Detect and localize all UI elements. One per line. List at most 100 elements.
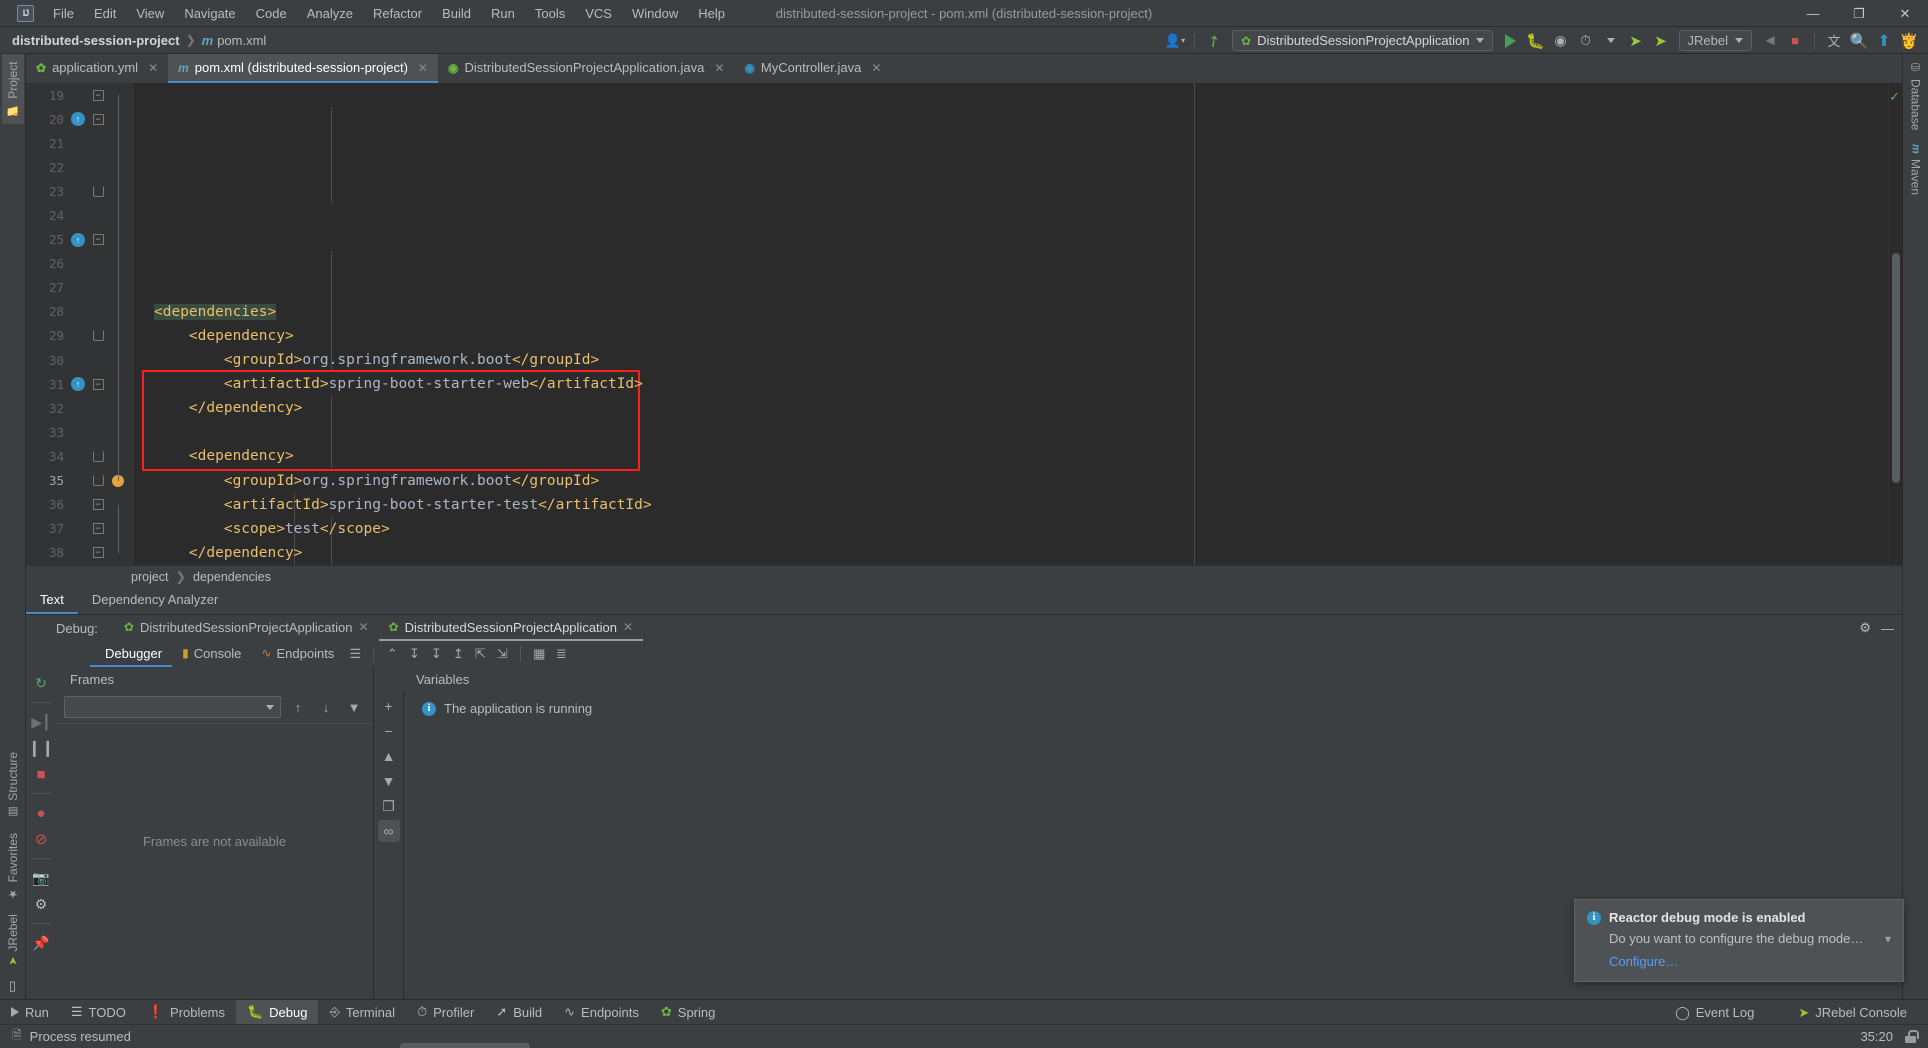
menu-window[interactable]: Window	[622, 3, 688, 24]
menu-help[interactable]: Help	[688, 3, 735, 24]
menu-analyze[interactable]: Analyze	[297, 3, 363, 24]
close-button[interactable]: ✕	[1882, 0, 1928, 27]
tab-mycontroller[interactable]: ◉ MyController.java ✕	[734, 54, 891, 83]
menu-navigate[interactable]: Navigate	[174, 3, 245, 24]
show-execution-point-icon[interactable]: ⌃	[381, 643, 403, 665]
code-line[interactable]: <artifactId>spring-boot-starter-test</ar…	[154, 493, 1888, 517]
run-icon[interactable]	[1500, 30, 1522, 52]
editor-scrollbar-thumb[interactable]	[1892, 253, 1900, 483]
maximize-button[interactable]: ❐	[1836, 0, 1882, 27]
close-icon[interactable]: ✕	[358, 620, 368, 634]
code-line[interactable]: <dependency>	[154, 324, 1888, 348]
step-into-icon[interactable]: ↧	[425, 643, 447, 665]
tab-dependency-analyzer[interactable]: Dependency Analyzer	[78, 587, 232, 614]
debug-icon[interactable]: 🐛	[1525, 30, 1547, 52]
filter-icon[interactable]: ▼	[343, 696, 365, 718]
bottom-item-todo[interactable]: ☰ TODO	[60, 1000, 137, 1024]
code-folding-marker[interactable]	[88, 450, 108, 462]
code-folding-marker[interactable]	[88, 475, 108, 487]
bottom-item-problems[interactable]: ❗ Problems	[137, 1000, 236, 1024]
mute-breakpoints-icon[interactable]: ⊘	[29, 827, 53, 851]
bottom-item-profiler[interactable]: ⏱ Profiler	[406, 1000, 485, 1024]
menu-code[interactable]: Code	[246, 3, 297, 24]
settings-layout-icon[interactable]: ≣	[550, 643, 572, 665]
pin-icon[interactable]: 📌	[29, 931, 53, 955]
step-out-icon[interactable]: ⇱	[469, 643, 491, 665]
breadcrumb-file[interactable]: pom.xml	[217, 33, 266, 48]
code-folding-marker[interactable]: −	[88, 523, 108, 535]
debug-session-tab-1[interactable]: ✿ DistributedSessionProjectApplication ✕	[114, 615, 379, 641]
menu-view[interactable]: View	[126, 3, 174, 24]
bottom-item-spring[interactable]: ✿ Spring	[650, 1000, 726, 1024]
jrebel-debug-icon[interactable]: ➤	[1650, 30, 1672, 52]
remove-icon[interactable]: −	[378, 720, 400, 742]
close-icon[interactable]: ✕	[623, 620, 633, 634]
breadcrumb-project-node[interactable]: project	[131, 570, 169, 584]
bottom-item-endpoints[interactable]: ∿ Endpoints	[553, 1000, 650, 1024]
code-line[interactable]: </dependency>	[154, 396, 1888, 420]
jrebel-run-icon[interactable]: ➤	[1625, 30, 1647, 52]
run-to-cursor-icon[interactable]: ⇲	[491, 643, 513, 665]
code-line[interactable]: <artifactId>spring-boot-starter-web</art…	[154, 372, 1888, 396]
inspection-ok-icon[interactable]: ✓	[1889, 89, 1900, 105]
tab-debugger[interactable]: Debugger	[90, 641, 173, 667]
code-folding-marker[interactable]	[88, 185, 108, 197]
code-folding-marker[interactable]: −	[88, 378, 108, 390]
run-with-coverage-icon[interactable]: ◉	[1550, 30, 1572, 52]
unlocked-icon[interactable]	[1905, 1030, 1919, 1043]
watches-icon[interactable]: ∞	[377, 820, 400, 842]
close-icon[interactable]: ✕	[148, 61, 158, 75]
rerun-icon[interactable]: ↻	[29, 671, 53, 695]
search-everywhere-icon[interactable]: 🔍	[1848, 30, 1870, 52]
bottom-item-terminal[interactable]: ⎆ Terminal	[318, 1000, 406, 1024]
bottom-item-event-log[interactable]: ◯ Event Log	[1664, 1005, 1765, 1021]
menu-run[interactable]: Run	[481, 3, 525, 24]
overridden-method-marker[interactable]: ↑	[68, 377, 88, 392]
arrow-down-icon[interactable]: ↓	[315, 696, 337, 718]
camera-icon[interactable]: 📷	[29, 866, 53, 890]
code-folding-marker[interactable]	[88, 330, 108, 342]
code-folding-marker[interactable]: −	[88, 547, 108, 559]
stop-icon[interactable]: ■	[1784, 30, 1806, 52]
jrebel-selector[interactable]: JRebel	[1678, 30, 1752, 51]
close-icon[interactable]: ✕	[418, 61, 428, 75]
menu-vcs[interactable]: VCS	[575, 3, 622, 24]
force-step-into-icon[interactable]: ↥	[447, 643, 469, 665]
menu-refactor[interactable]: Refactor	[363, 3, 432, 24]
translate-icon[interactable]: 文	[1823, 30, 1845, 52]
sidebar-item-database[interactable]: ⛁ Database	[1905, 54, 1927, 137]
code-folding-marker[interactable]: −	[88, 89, 108, 101]
avatar[interactable]: 👸	[1898, 30, 1920, 52]
thread-selector[interactable]	[64, 696, 281, 718]
sidebar-item-maven[interactable]: m Maven	[1905, 137, 1927, 202]
bottom-item-debug[interactable]: 🐛 Debug	[235, 1000, 319, 1024]
tab-text[interactable]: Text	[26, 587, 78, 614]
overridden-method-marker[interactable]: ↑	[68, 112, 88, 127]
menu-tools[interactable]: Tools	[525, 3, 575, 24]
code-folding-marker[interactable]: −	[88, 234, 108, 246]
code-line[interactable]: <scope>test</scope>	[154, 517, 1888, 541]
chevron-down-icon[interactable]	[1600, 30, 1622, 52]
build-hammer-icon[interactable]: ➚	[1203, 30, 1225, 52]
layout-menu-icon[interactable]: ☰	[344, 643, 366, 665]
hide-tool-windows-icon[interactable]: ▯	[9, 973, 16, 999]
frames-list[interactable]: Frames are not available	[56, 723, 373, 999]
attach-debugger-icon[interactable]: ◄	[1759, 30, 1781, 52]
code-folding-marker[interactable]: −	[88, 113, 108, 125]
debug-session-tab-2[interactable]: ✿ DistributedSessionProjectApplication ✕	[378, 615, 644, 641]
update-project-icon[interactable]: ⬆	[1873, 30, 1895, 52]
user-icon[interactable]: 👤 ▾	[1164, 30, 1186, 52]
close-icon[interactable]: ✕	[714, 61, 724, 75]
tab-console[interactable]: ▮ Console	[172, 641, 251, 667]
notification-popup[interactable]: i Reactor debug mode is enabled Do you w…	[1574, 899, 1904, 982]
tab-pom-xml[interactable]: m pom.xml (distributed-session-project) …	[168, 54, 438, 83]
notification-configure-link[interactable]: Configure…	[1609, 954, 1891, 969]
bottom-item-run[interactable]: Run	[0, 1000, 60, 1024]
sidebar-item-jrebel[interactable]: ➤ JRebel	[2, 907, 24, 973]
view-breakpoints-icon[interactable]: ●	[29, 801, 53, 825]
code-line[interactable]: </dependency>	[154, 541, 1888, 565]
overridden-method-marker[interactable]: ↑	[68, 232, 88, 247]
settings-gear-icon[interactable]: ⚙	[29, 892, 53, 916]
profiler-icon[interactable]: ⏱	[1575, 30, 1597, 52]
menu-file[interactable]: File	[43, 3, 84, 24]
